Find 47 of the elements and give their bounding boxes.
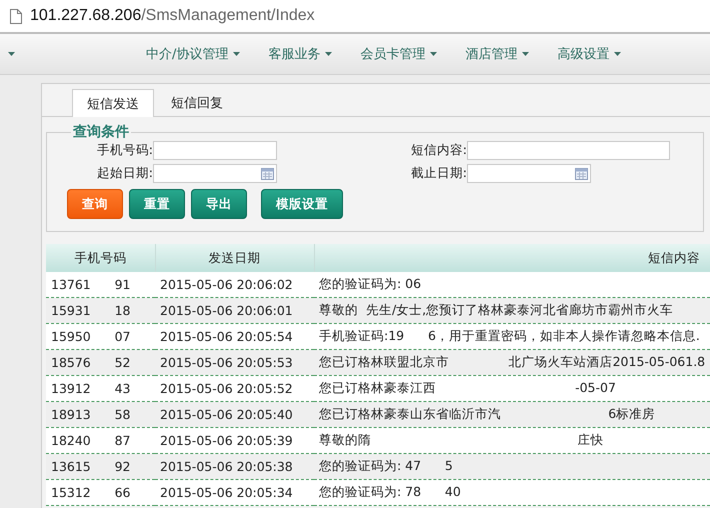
table-cell: 2015-05-06 20:05:38 (155, 454, 314, 480)
table-cell: 13615 92 (46, 454, 155, 480)
caret-icon (8, 52, 15, 56)
table-cell: 15312 66 (46, 480, 155, 506)
action-button[interactable]: 模版设置 (261, 189, 343, 219)
table-cell: 您已订格林联盟北京市 北广场火车站酒店2015-05-061.8 (314, 350, 710, 376)
caret-icon (614, 52, 622, 56)
table-cell: 您的验证码为: 47 5 (314, 454, 710, 480)
nav-menu[interactable]: 会员卡管理 (346, 45, 452, 63)
table-cell: 15931 18 (46, 298, 155, 324)
table-cell: 2015-05-06 20:05:53 (155, 350, 314, 376)
action-button[interactable]: 查询 (67, 189, 123, 219)
nav-menu[interactable]: 高级设置 (543, 45, 636, 63)
caret-icon (325, 52, 332, 56)
table-cell: 您已订格林豪泰山东省临沂市汽 6标准房 (314, 402, 710, 428)
table-cell: 2015-05-06 20:05:40 (155, 402, 314, 428)
table-cell: 18913 58 (46, 402, 155, 428)
table-cell: 尊敬的 先生/女士,您预订了格林豪泰河北省廊坊市霸州市火车 (314, 298, 710, 324)
caret-icon (430, 52, 438, 56)
page-icon (10, 8, 22, 24)
date-field[interactable] (153, 164, 277, 183)
caret-icon (233, 52, 240, 56)
column-header: 短信内容 (314, 244, 710, 272)
caret-icon (522, 52, 530, 56)
nav-menu[interactable]: 中介/协议管理 (132, 45, 254, 63)
tab[interactable]: 短信回复 (156, 89, 238, 116)
nav-menu[interactable]: 客服业务 (254, 45, 346, 63)
field-label: 短信内容: (410, 142, 467, 159)
column-header: 手机号码 (46, 244, 155, 272)
nav-menu[interactable]: 酒店管理 (451, 45, 544, 63)
column-header: 发送日期 (155, 244, 314, 272)
field-label: 手机号码: (96, 142, 153, 159)
table-cell: 18576 52 (46, 350, 155, 376)
table-cell: 您的验证码为: 78 40 (314, 480, 710, 506)
input-field[interactable] (153, 141, 277, 160)
date-field[interactable] (467, 164, 591, 183)
action-button[interactable]: 重置 (129, 189, 185, 219)
field-label: 起始日期: (96, 165, 153, 182)
table-cell: 2015-05-06 20:06:01 (155, 298, 314, 324)
calendar-icon (575, 168, 588, 180)
calendar-icon (261, 168, 274, 180)
tab[interactable]: 短信发送 (72, 89, 154, 117)
table-cell: 2015-05-06 20:05:34 (155, 480, 314, 506)
section-title: 查询条件 (72, 123, 130, 141)
field-label: 截止日期: (410, 165, 467, 182)
action-button[interactable]: 导出 (191, 189, 247, 219)
input-field[interactable] (467, 141, 670, 160)
